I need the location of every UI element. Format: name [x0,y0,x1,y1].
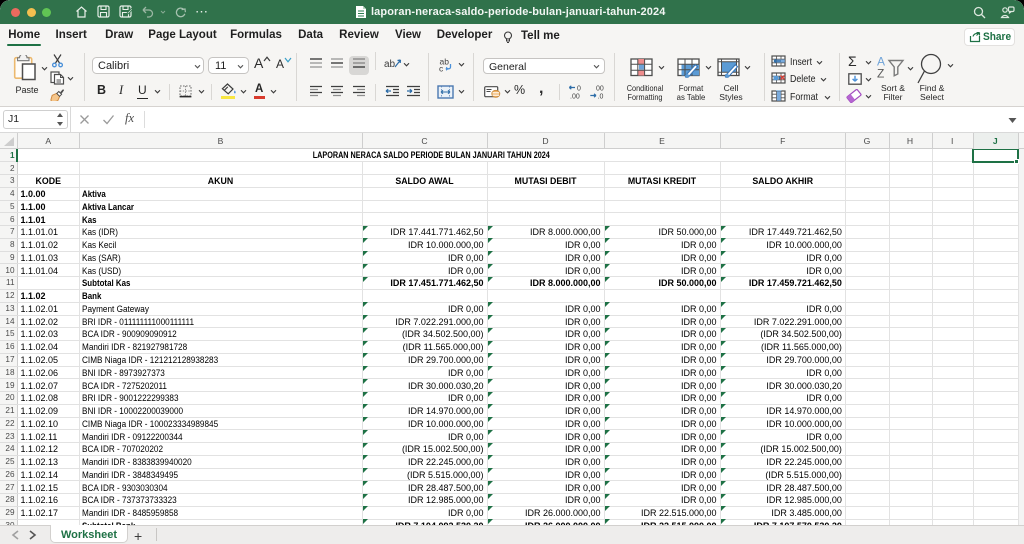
svg-text:00: 00 [596,86,604,93]
svg-text:.00: .00 [570,94,580,100]
svg-text:0: 0 [577,86,581,93]
svg-text:Z: Z [877,67,884,80]
svg-text:ab: ab [384,59,396,70]
svg-text:.0: .0 [598,94,604,100]
